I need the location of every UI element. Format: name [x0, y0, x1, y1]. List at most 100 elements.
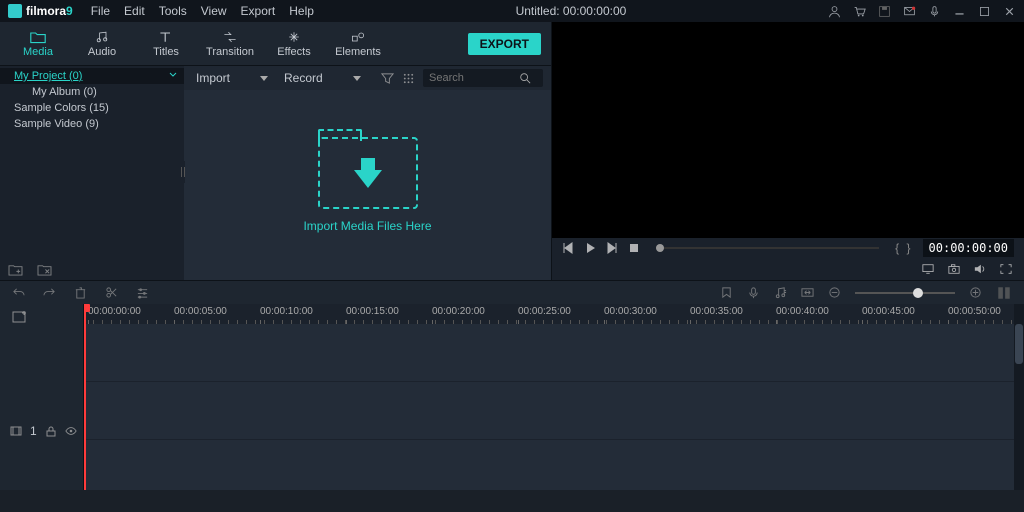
lock-icon[interactable] [45, 425, 57, 437]
track-manager-icon[interactable] [996, 285, 1012, 301]
tick: 00:00:20:00 [432, 306, 485, 317]
tree-item-my-album[interactable]: My Album (0) [0, 84, 184, 100]
stop-icon[interactable] [628, 242, 640, 254]
fullscreen-icon[interactable] [1000, 263, 1012, 275]
mark-inout[interactable]: { } [895, 241, 912, 255]
tab-media[interactable]: Media [6, 30, 70, 58]
titlebar: filmora9 File Edit Tools View Export Hel… [0, 0, 1024, 22]
volume-icon[interactable] [974, 263, 986, 275]
playhead-scrubber[interactable] [656, 247, 879, 249]
import-drop-zone[interactable]: Import Media Files Here [184, 90, 551, 280]
player-controls: { } 00:00:00:00 [552, 238, 1024, 258]
filter-icon[interactable] [381, 72, 394, 85]
next-frame-icon[interactable] [606, 242, 618, 254]
undo-icon[interactable] [12, 286, 25, 299]
search-input[interactable] [429, 72, 519, 84]
menu-file[interactable]: File [91, 4, 110, 18]
timeline-body[interactable]: 00:00:00:00 00:00:05:00 00:00:10:00 00:0… [84, 304, 1024, 490]
media-browser: Import Record Import Media Files Here [184, 66, 551, 280]
new-folder-icon[interactable] [8, 263, 23, 276]
zoom-slider[interactable] [855, 292, 955, 294]
tick: 00:00:25:00 [518, 306, 571, 317]
track-area[interactable] [84, 324, 1024, 490]
save-icon[interactable] [878, 5, 891, 18]
maximize-icon[interactable] [978, 5, 991, 18]
film-icon [10, 425, 22, 437]
logo-icon [8, 4, 22, 18]
tree-item-sample-video[interactable]: Sample Video (9) [0, 116, 184, 132]
marker-icon[interactable] [720, 286, 733, 299]
tab-titles[interactable]: Titles [134, 30, 198, 58]
export-button[interactable]: EXPORT [468, 33, 541, 55]
prev-frame-icon[interactable] [562, 242, 574, 254]
track-index: 1 [30, 424, 37, 438]
quality-icon[interactable] [922, 263, 934, 275]
timeline: 1 00:00:00:00 00:00:05:00 00:00:10:00 00… [0, 304, 1024, 490]
menu-edit[interactable]: Edit [124, 4, 145, 18]
grid-view-icon[interactable] [402, 72, 415, 85]
media-toolbar: Import Record [184, 66, 551, 90]
tick: 00:00:15:00 [346, 306, 399, 317]
redo-icon[interactable] [43, 286, 56, 299]
search-box[interactable] [423, 69, 543, 87]
download-arrow-icon [354, 170, 382, 188]
voiceover-icon[interactable] [747, 286, 760, 299]
close-icon[interactable] [1003, 5, 1016, 18]
zoom-out-icon[interactable] [828, 286, 841, 299]
main-menu: File Edit Tools View Export Help [91, 4, 314, 18]
timeline-scrollbar[interactable] [1014, 304, 1024, 490]
record-dropdown[interactable]: Record [280, 71, 365, 85]
menu-view[interactable]: View [201, 4, 227, 18]
tick: 00:00:10:00 [260, 306, 313, 317]
track-header[interactable]: 1 [10, 424, 77, 438]
track-row[interactable] [84, 382, 1024, 440]
timeline-toolbar [0, 280, 1024, 304]
tab-elements[interactable]: Elements [326, 30, 390, 58]
add-track-icon[interactable] [12, 310, 28, 324]
playhead[interactable] [84, 304, 86, 490]
timeline-head: 1 [0, 304, 84, 490]
folder-icon [30, 30, 46, 44]
minimize-icon[interactable] [953, 5, 966, 18]
video-preview[interactable] [552, 22, 1024, 238]
tick: 00:00:35:00 [690, 306, 743, 317]
music-icon [94, 30, 110, 44]
tab-effects[interactable]: Effects [262, 30, 326, 58]
tick: 00:00:05:00 [174, 306, 227, 317]
tree-item-my-project[interactable]: My Project (0) [0, 68, 184, 84]
snapshot-icon[interactable] [948, 263, 960, 275]
transition-icon [222, 30, 238, 44]
tick: 00:00:50:00 [948, 306, 1001, 317]
delete-icon[interactable] [74, 286, 87, 299]
zoom-in-icon[interactable] [969, 286, 982, 299]
tick: 00:00:40:00 [776, 306, 829, 317]
delete-folder-icon[interactable] [37, 263, 52, 276]
panel-resize-handle[interactable] [180, 161, 185, 183]
menu-tools[interactable]: Tools [159, 4, 187, 18]
time-ruler[interactable]: 00:00:00:00 00:00:05:00 00:00:10:00 00:0… [84, 304, 1024, 324]
search-icon [519, 72, 531, 84]
tick: 00:00:30:00 [604, 306, 657, 317]
menu-export[interactable]: Export [241, 4, 276, 18]
mixer-icon[interactable] [774, 286, 787, 299]
mic-icon[interactable] [928, 5, 941, 18]
play-icon[interactable] [584, 242, 596, 254]
app-logo: filmora9 [8, 4, 73, 18]
account-icon[interactable] [828, 5, 841, 18]
menu-help[interactable]: Help [289, 4, 314, 18]
tree-item-sample-colors[interactable]: Sample Colors (15) [0, 100, 184, 116]
library-panel: Media Audio Titles Transition Effects El… [0, 22, 552, 280]
sparkle-icon [286, 30, 302, 44]
fit-icon[interactable] [801, 286, 814, 299]
eye-icon[interactable] [65, 425, 77, 437]
shapes-icon [350, 30, 366, 44]
split-icon[interactable] [105, 286, 118, 299]
tab-audio[interactable]: Audio [70, 30, 134, 58]
tick: 00:00:45:00 [862, 306, 915, 317]
tab-transition[interactable]: Transition [198, 30, 262, 58]
adjust-icon[interactable] [136, 286, 149, 299]
import-dropdown[interactable]: Import [192, 71, 272, 85]
message-icon[interactable] [903, 5, 916, 18]
cart-icon[interactable] [853, 5, 866, 18]
track-row[interactable] [84, 324, 1024, 382]
